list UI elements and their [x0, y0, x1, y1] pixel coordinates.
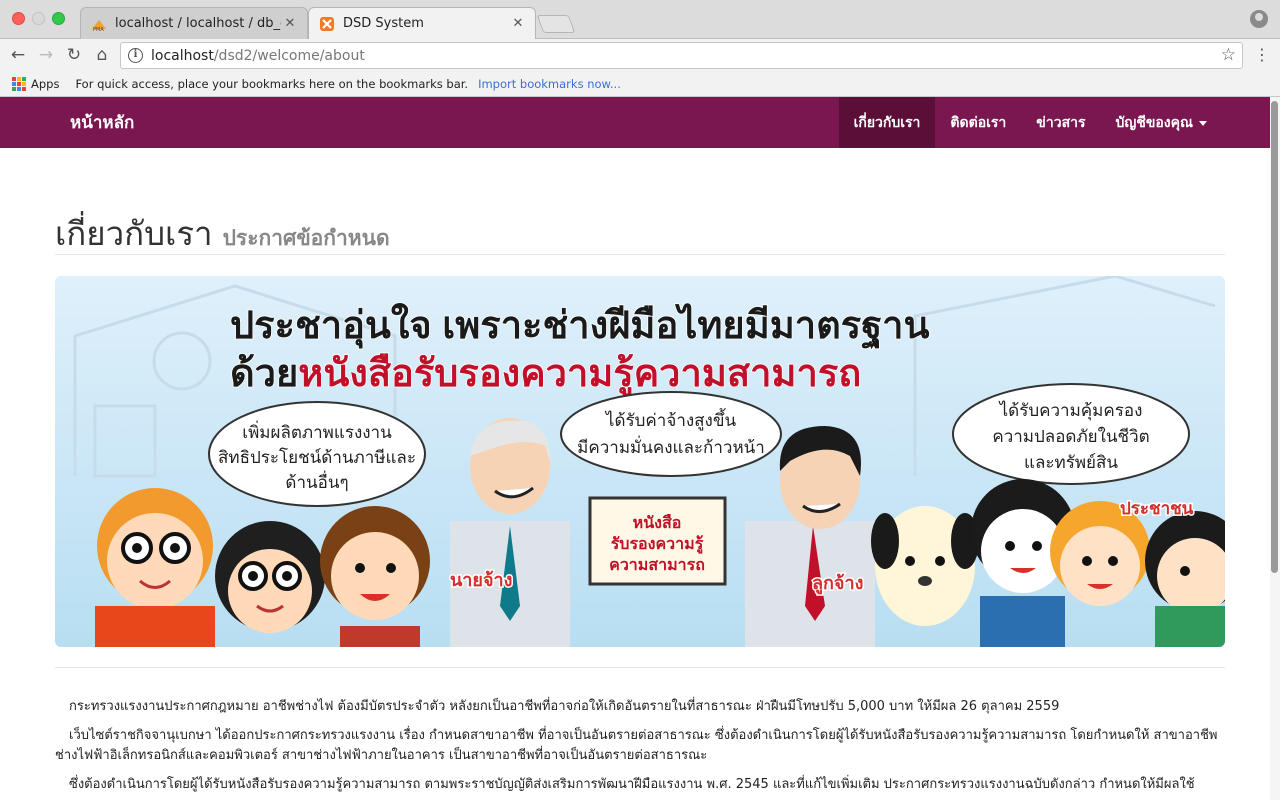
certificate-line-1: หนังสือ — [633, 514, 682, 532]
paragraph: เว็บไซต์ราชกิจจานุเบกษา ได้ออกประกาศกระท… — [55, 728, 1218, 763]
tab-close-icon[interactable]: ✕ — [509, 16, 527, 31]
tab-title: DSD System — [343, 16, 424, 31]
nav-account-label: บัญชีของคุณ — [1115, 114, 1194, 130]
certificate-banner-image: ประชาอุ่นใจ เพราะช่างฝีมือไทยมีมาตรฐาน ด… — [55, 276, 1225, 647]
caret-down-icon — [1199, 120, 1207, 126]
page-header: เกี่ยวกับเรา ประกาศข้อกำหนด — [55, 207, 390, 260]
profile-icon[interactable] — [1250, 10, 1268, 28]
home-icon[interactable]: ⌂ — [90, 44, 114, 66]
bookmark-star-icon[interactable]: ☆ — [1221, 45, 1236, 65]
page-subtitle: ประกาศข้อกำหนด — [222, 227, 390, 250]
divider — [55, 254, 1225, 255]
bubble-right-line-1: ได้รับความคุ้มครอง — [998, 400, 1143, 421]
bubble-left-line-2: สิทธิประโยชน์ด้านภาษีและ — [218, 447, 416, 467]
bubble-left-line-3: ด้านอื่นๆ — [285, 470, 348, 492]
bubble-right-line-2: ความปลอดภัยในชีวิต — [992, 426, 1149, 446]
url-path: /dsd2/welcome/about — [213, 47, 365, 64]
bubble-mid-line-2: มีความมั่นคงและก้าวหน้า — [577, 435, 765, 457]
navbar-brand-home[interactable]: หน้าหลัก — [70, 97, 134, 148]
paragraph: ซึ่งต้องดำเนินการโดยผู้ได้รับหนังสือรับร… — [69, 777, 1195, 792]
browser-toolbar: ← → ↻ ⌂ i localhost/dsd2/welcome/about ☆… — [0, 39, 1280, 72]
nav-account-dropdown[interactable]: บัญชีของคุณ — [1101, 97, 1223, 148]
nav-about[interactable]: เกี่ยวกับเรา — [838, 97, 936, 148]
apps-grid-icon — [12, 77, 26, 91]
bookmarks-bar: Apps For quick access, place your bookma… — [0, 72, 1280, 97]
reload-icon[interactable]: ↻ — [62, 44, 86, 66]
phpmyadmin-icon: PMA — [92, 19, 106, 32]
headline-2-prefix: ด้วย — [230, 353, 298, 395]
announcement-content: กระทรวงแรงงานประกาศกฎหมาย อาชีพช่างไฟ ต้… — [55, 697, 1225, 800]
divider — [55, 667, 1225, 668]
new-tab-button[interactable] — [536, 15, 576, 33]
web-page: หน้าหลัก เกี่ยวกับเรา ติดต่อเรา ข่าวสาร … — [0, 97, 1280, 800]
import-bookmarks-link[interactable]: Import bookmarks now... — [478, 77, 621, 91]
browser-tab-dsd-system[interactable]: DSD System ✕ — [308, 7, 536, 39]
address-bar[interactable]: i localhost/dsd2/welcome/about ☆ — [120, 42, 1243, 69]
browser-tabstrip: PMA localhost / localhost / db_dsd ✕ DSD… — [0, 0, 1280, 39]
url-host: localhost — [151, 47, 214, 64]
apps-bookmark[interactable]: Apps — [31, 77, 59, 91]
banner-label-employer: นายจ้าง — [450, 570, 512, 590]
bubble-left-line-1: เพิ่มผลิตภาพแรงงาน — [242, 420, 392, 442]
banner-headline-2: ด้วยหนังสือรับรองความรู้ความสามารถ — [230, 353, 861, 397]
banner-label-employee: ลูกจ้าง — [812, 573, 863, 595]
bubble-mid-line-1: ได้รับค่าจ้างสูงขึ้น — [604, 408, 737, 431]
banner-illustration: ประชาอุ่นใจ เพราะช่างฝีมือไทยมีมาตรฐาน ด… — [73, 276, 1225, 647]
nav-contact[interactable]: ติดต่อเรา — [935, 97, 1021, 148]
window-close-button[interactable] — [12, 12, 25, 25]
navbar-links: เกี่ยวกับเรา ติดต่อเรา ข่าวสาร บัญชีของค… — [838, 97, 1223, 148]
window-minimize-button[interactable] — [32, 12, 45, 25]
page-scrollbar[interactable] — [1270, 97, 1280, 800]
svg-text:PMA: PMA — [93, 27, 104, 32]
tab-close-icon[interactable]: ✕ — [281, 16, 299, 31]
browser-tab-phpmyadmin[interactable]: PMA localhost / localhost / db_dsd ✕ — [80, 7, 308, 39]
bookmarks-hint: For quick access, place your bookmarks h… — [75, 77, 469, 91]
page-title: เกี่ยวกับเรา — [55, 215, 213, 252]
forward-arrow-icon[interactable]: → — [34, 44, 58, 66]
nav-news[interactable]: ข่าวสาร — [1021, 97, 1100, 148]
bubble-right-line-3: และทรัพย์สิน — [1024, 453, 1118, 472]
info-icon[interactable]: i — [128, 48, 143, 63]
tab-title: localhost / localhost / db_dsd — [115, 16, 281, 31]
banner-headline-1: ประชาอุ่นใจ เพราะช่างฝีมือไทยมีมาตรฐาน — [230, 303, 930, 350]
back-arrow-icon[interactable]: ← — [6, 44, 30, 66]
banner-label-public: ประชาชน — [1120, 499, 1194, 518]
window-maximize-button[interactable] — [52, 12, 65, 25]
xampp-icon — [320, 16, 334, 31]
certificate-line-2: รับรองความรู้ — [611, 535, 704, 555]
paragraph: กระทรวงแรงงานประกาศกฎหมาย อาชีพช่างไฟ ต้… — [69, 699, 1060, 714]
certificate-line-3: ความสามารถ — [609, 557, 705, 574]
site-navbar: หน้าหลัก เกี่ยวกับเรา ติดต่อเรา ข่าวสาร … — [0, 97, 1270, 148]
headline-2-emphasis: หนังสือรับรองความรู้ความสามารถ — [298, 353, 861, 397]
scrollbar-thumb[interactable] — [1271, 101, 1278, 573]
browser-menu-icon[interactable]: ⋮ — [1254, 45, 1270, 65]
